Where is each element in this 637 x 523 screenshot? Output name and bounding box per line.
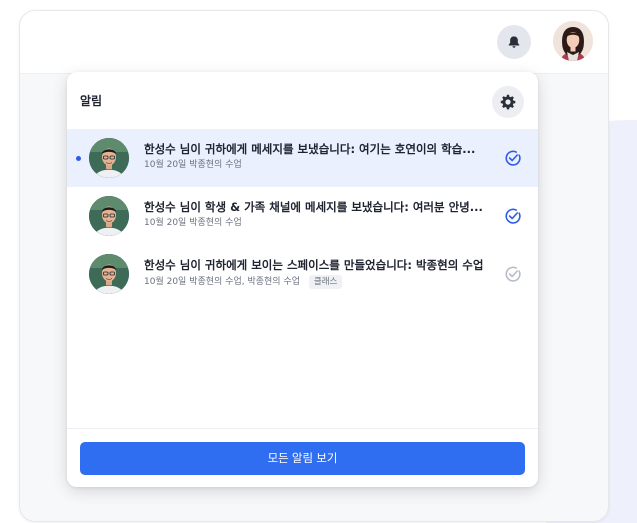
user-avatar[interactable]	[553, 21, 593, 61]
notification-title: 한성수 님이 학생 & 가족 채널에 메세지를 보냈습니다: 여러분 안녕...	[144, 200, 483, 214]
panel-title: 알림	[80, 94, 103, 108]
notification-text: 한성수 님이 귀하에게 보이는 스페이스를 만들었습니다: 박종현의 수업 10…	[144, 257, 492, 289]
notification-title: 한성수 님이 귀하에게 보이는 스페이스를 만들었습니다: 박종현의 수업	[144, 258, 484, 272]
notification-date: 10월 20일	[144, 160, 187, 170]
page: 알림 한성수 님이 귀하에게 메세지를 보냈습니다: 여기는 호연이의 학습..…	[0, 0, 637, 523]
unread-dot	[76, 156, 81, 161]
notification-item[interactable]: 한성수 님이 귀하에게 메세지를 보냈습니다: 여기는 호연이의 학습... 1…	[67, 129, 538, 187]
notifications-panel: 알림 한성수 님이 귀하에게 메세지를 보냈습니다: 여기는 호연이의 학습..…	[67, 72, 538, 487]
panel-header: 알림	[67, 72, 538, 128]
notification-meta: 10월 20일 박종현의 수업	[144, 159, 492, 171]
notification-item[interactable]: 한성수 님이 귀하에게 보이는 스페이스를 만들었습니다: 박종현의 수업 10…	[67, 245, 538, 303]
check-circle-icon[interactable]	[504, 265, 522, 283]
gear-icon	[500, 94, 516, 110]
notification-text: 한성수 님이 학생 & 가족 채널에 메세지를 보냈습니다: 여러분 안녕...…	[144, 199, 492, 229]
sender-avatar	[89, 196, 129, 236]
notification-date: 10월 20일	[144, 277, 187, 287]
notification-course: 박종현의 수업, 박종현의 수업	[189, 277, 301, 287]
view-all-notifications-button[interactable]: 모든 알림 보기	[80, 442, 525, 475]
notification-text: 한성수 님이 귀하에게 메세지를 보냈습니다: 여기는 호연이의 학습... 1…	[144, 141, 492, 171]
settings-button[interactable]	[492, 86, 524, 118]
notification-course: 박종현의 수업	[189, 218, 242, 228]
notification-course: 박종현의 수업	[189, 160, 242, 170]
check-circle-icon[interactable]	[504, 207, 522, 225]
check-circle-icon[interactable]	[504, 149, 522, 167]
notifications-button[interactable]	[497, 25, 531, 59]
bell-icon	[508, 36, 520, 48]
notification-item[interactable]: 한성수 님이 학생 & 가족 채널에 메세지를 보냈습니다: 여러분 안녕...…	[67, 187, 538, 245]
notification-date: 10월 20일	[144, 218, 187, 228]
sender-avatar	[89, 138, 129, 178]
notification-meta: 10월 20일 박종현의 수업, 박종현의 수업 클래스	[144, 275, 492, 289]
notification-meta: 10월 20일 박종현의 수업	[144, 217, 492, 229]
panel-footer: 모든 알림 보기	[67, 428, 538, 487]
notification-title: 한성수 님이 귀하에게 메세지를 보냈습니다: 여기는 호연이의 학습...	[144, 142, 476, 156]
class-tag: 클래스	[308, 275, 343, 289]
top-bar	[20, 11, 608, 74]
sender-avatar	[89, 254, 129, 294]
